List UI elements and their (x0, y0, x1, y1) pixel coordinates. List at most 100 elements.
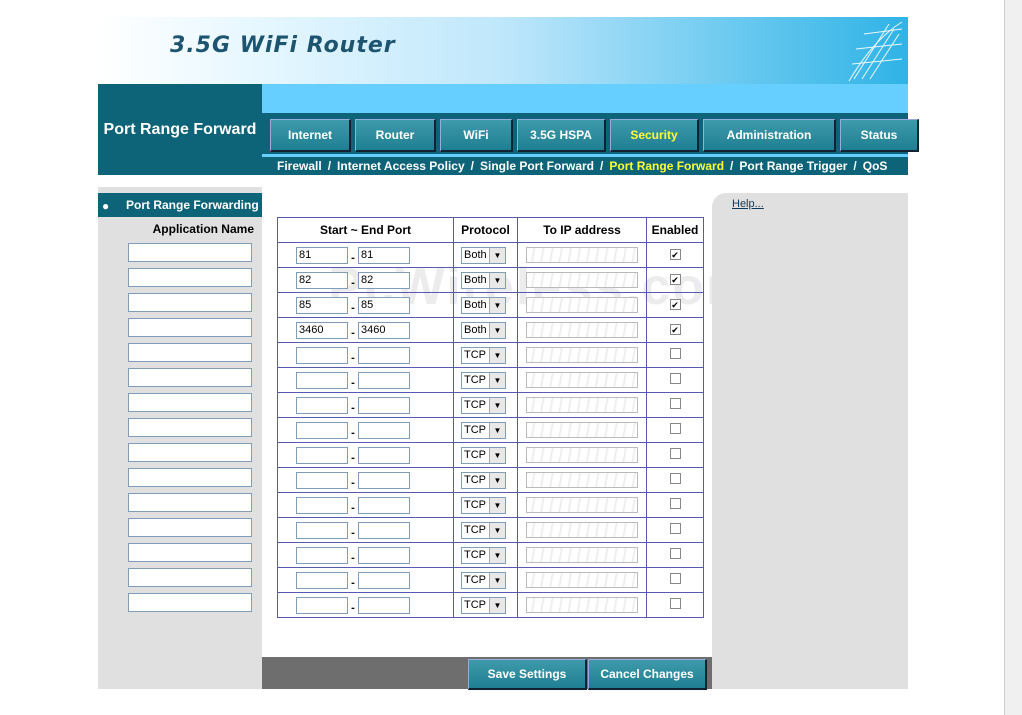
application-name-field[interactable] (128, 418, 252, 437)
application-name-field[interactable] (128, 268, 252, 287)
protocol-select[interactable]: TCP ▼ (461, 571, 506, 589)
application-name-field[interactable] (128, 343, 252, 362)
protocol-select[interactable]: TCP ▼ (461, 346, 506, 364)
enabled-checkbox[interactable] (669, 523, 681, 534)
chevron-down-icon[interactable]: ▼ (489, 347, 505, 363)
ip-address-input[interactable] (526, 547, 638, 563)
application-name-field[interactable] (128, 543, 252, 562)
tab-status[interactable]: Status (840, 119, 919, 152)
chevron-down-icon[interactable]: ▼ (489, 597, 505, 613)
chevron-down-icon[interactable]: ▼ (489, 322, 505, 338)
ip-address-input[interactable] (526, 497, 638, 513)
application-name-field[interactable] (128, 293, 252, 312)
end-port-input[interactable] (358, 571, 410, 589)
start-port-input[interactable] (296, 471, 348, 489)
start-port-input[interactable] (296, 421, 348, 439)
application-name-field[interactable] (128, 518, 252, 537)
subnav-qos[interactable]: QoS (863, 159, 888, 173)
end-port-input[interactable] (358, 371, 410, 389)
protocol-select[interactable]: Both ▼ (461, 296, 506, 314)
tab-router[interactable]: Router (355, 119, 436, 152)
chevron-down-icon[interactable]: ▼ (489, 447, 505, 463)
start-port-input[interactable] (296, 546, 348, 564)
chevron-down-icon[interactable]: ▼ (489, 272, 505, 288)
subnav-firewall[interactable]: Firewall (277, 159, 322, 173)
ip-address-input[interactable] (526, 472, 638, 488)
protocol-select[interactable]: Both ▼ (461, 271, 506, 289)
enabled-checkbox[interactable] (669, 274, 681, 285)
tab-internet[interactable]: Internet (270, 119, 351, 152)
tab-3-5g-hspa[interactable]: 3.5G HSPA (517, 119, 606, 152)
chevron-down-icon[interactable]: ▼ (489, 547, 505, 563)
subnav-port-range-forward[interactable]: Port Range Forward (609, 159, 724, 173)
chevron-down-icon[interactable]: ▼ (489, 497, 505, 513)
protocol-select[interactable]: TCP ▼ (461, 521, 506, 539)
enabled-checkbox[interactable] (669, 548, 681, 559)
chevron-down-icon[interactable]: ▼ (489, 522, 505, 538)
protocol-select[interactable]: TCP ▼ (461, 546, 506, 564)
start-port-input[interactable]: 81 (296, 246, 348, 264)
application-name-field[interactable] (128, 568, 252, 587)
ip-address-input[interactable] (526, 297, 638, 313)
start-port-input[interactable] (296, 596, 348, 614)
ip-address-input[interactable] (526, 247, 638, 263)
chevron-down-icon[interactable]: ▼ (489, 247, 505, 263)
protocol-select[interactable]: TCP ▼ (461, 596, 506, 614)
enabled-checkbox[interactable] (669, 573, 681, 584)
protocol-select[interactable]: TCP ▼ (461, 421, 506, 439)
start-port-input[interactable] (296, 346, 348, 364)
enabled-checkbox[interactable] (669, 398, 681, 409)
enabled-checkbox[interactable] (669, 598, 681, 609)
end-port-input[interactable] (358, 446, 410, 464)
protocol-select[interactable]: TCP ▼ (461, 446, 506, 464)
start-port-input[interactable]: 85 (296, 296, 348, 314)
application-name-field[interactable] (128, 393, 252, 412)
help-link[interactable]: Help... (732, 198, 764, 210)
application-name-field[interactable] (128, 368, 252, 387)
end-port-input[interactable] (358, 496, 410, 514)
ip-address-input[interactable] (526, 597, 638, 613)
chevron-down-icon[interactable]: ▼ (489, 297, 505, 313)
protocol-select[interactable]: Both ▼ (461, 246, 506, 264)
application-name-field[interactable] (128, 593, 252, 612)
application-name-field[interactable] (128, 443, 252, 462)
application-name-field[interactable] (128, 493, 252, 512)
protocol-select[interactable]: TCP ▼ (461, 371, 506, 389)
tab-administration[interactable]: Administration (703, 119, 836, 152)
ip-address-input[interactable] (526, 272, 638, 288)
end-port-input[interactable] (358, 546, 410, 564)
enabled-checkbox[interactable] (669, 348, 681, 359)
enabled-checkbox[interactable] (669, 373, 681, 384)
start-port-input[interactable]: 3460 (296, 321, 348, 339)
ip-address-input[interactable] (526, 522, 638, 538)
end-port-input[interactable] (358, 421, 410, 439)
chevron-down-icon[interactable]: ▼ (489, 422, 505, 438)
application-name-field[interactable] (128, 318, 252, 337)
end-port-input[interactable] (358, 396, 410, 414)
start-port-input[interactable] (296, 521, 348, 539)
protocol-select[interactable]: TCP ▼ (461, 396, 506, 414)
chevron-down-icon[interactable]: ▼ (489, 572, 505, 588)
save-settings-button[interactable]: Save Settings (468, 659, 587, 690)
ip-address-input[interactable] (526, 322, 638, 338)
protocol-select[interactable]: TCP ▼ (461, 496, 506, 514)
enabled-checkbox[interactable] (669, 249, 681, 260)
ip-address-input[interactable] (526, 372, 638, 388)
end-port-input[interactable] (358, 596, 410, 614)
ip-address-input[interactable] (526, 397, 638, 413)
page-scrollbar[interactable] (1004, 0, 1022, 715)
enabled-checkbox[interactable] (669, 498, 681, 509)
end-port-input[interactable]: 85 (358, 296, 410, 314)
application-name-field[interactable] (128, 243, 252, 262)
enabled-checkbox[interactable] (669, 473, 681, 484)
end-port-input[interactable] (358, 346, 410, 364)
start-port-input[interactable] (296, 371, 348, 389)
ip-address-input[interactable] (526, 347, 638, 363)
tab-wifi[interactable]: WiFi (440, 119, 513, 152)
ip-address-input[interactable] (526, 422, 638, 438)
cancel-changes-button[interactable]: Cancel Changes (588, 659, 707, 690)
enabled-checkbox[interactable] (669, 299, 681, 310)
ip-address-input[interactable] (526, 447, 638, 463)
subnav-internet-access-policy[interactable]: Internet Access Policy (337, 159, 465, 173)
ip-address-input[interactable] (526, 572, 638, 588)
